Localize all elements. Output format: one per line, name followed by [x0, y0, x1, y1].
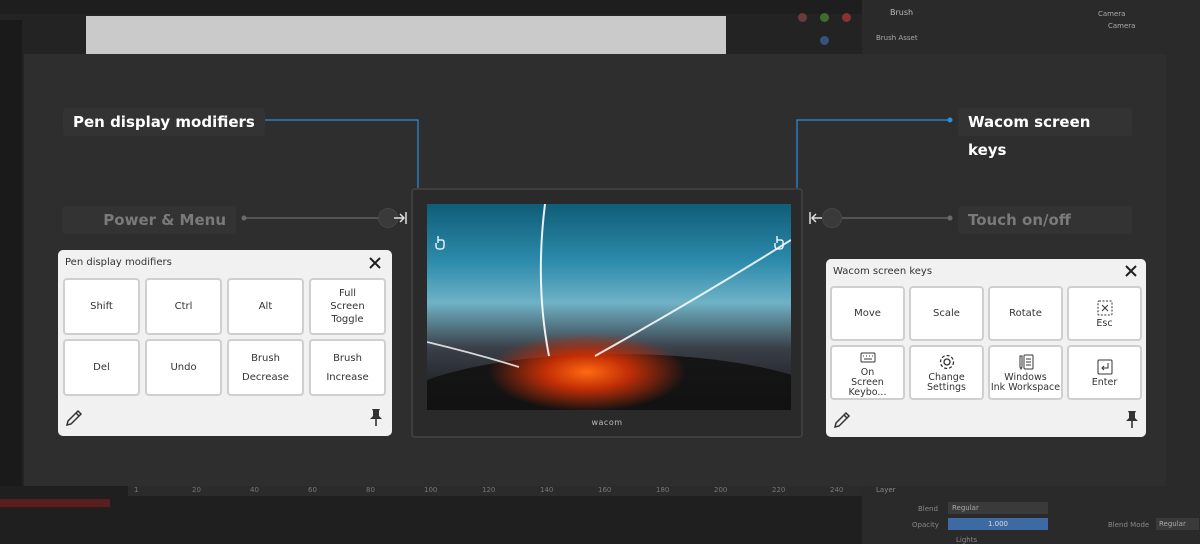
- panel-title: Wacom screen keys: [833, 266, 933, 277]
- key-label: Alt: [258, 301, 273, 312]
- screen-key[interactable]: On Screen Keybo...: [830, 345, 905, 400]
- key-label: Brush Increase: [326, 352, 369, 383]
- modifier-key[interactable]: Ctrl: [145, 278, 222, 335]
- device-screen: [427, 204, 791, 410]
- screen-key[interactable]: Move: [830, 286, 905, 341]
- modifier-key[interactable]: Undo: [145, 339, 222, 396]
- gizmo-dot: [820, 36, 829, 45]
- bg-outliner-camera: Camera: [1108, 22, 1136, 30]
- key-label: On Screen Keybo...: [848, 366, 887, 398]
- key-label: Move: [854, 308, 881, 319]
- gizmo-dot: [798, 13, 807, 22]
- callout-touch-on-off[interactable]: Touch on/off: [958, 206, 1132, 234]
- key-label: Windows Ink Workspace: [990, 371, 1061, 393]
- callout-pen-display-modifiers[interactable]: Pen display modifiers: [63, 108, 265, 136]
- modifier-key[interactable]: Alt: [227, 278, 304, 335]
- bg-timeline-track: [0, 499, 110, 507]
- key-label: Enter: [1091, 376, 1118, 388]
- key-label: Undo: [170, 362, 197, 373]
- screen-light-streaks: [427, 204, 791, 368]
- bg-blend-mode-label: Blend Mode: [1108, 521, 1150, 529]
- screen-key[interactable]: Rotate: [988, 286, 1063, 341]
- screen-key[interactable]: Scale: [909, 286, 984, 341]
- ink-workspace-icon: [1019, 354, 1033, 370]
- timeline-tick: 1: [134, 486, 139, 494]
- timeline-tick: 100: [424, 486, 438, 494]
- touch-hand-icon: [774, 236, 784, 250]
- modifier-key[interactable]: Full Screen Toggle: [309, 278, 386, 335]
- screen-key[interactable]: Change Settings: [909, 345, 984, 400]
- key-label: Shift: [90, 301, 113, 312]
- gizmo-dot: [820, 13, 829, 22]
- device-brand-logo: wacom: [591, 418, 623, 427]
- screen-key[interactable]: Enter: [1067, 345, 1142, 400]
- panel-title: Pen display modifiers: [65, 257, 172, 268]
- bg-blend-mode-value: Regular: [1156, 518, 1199, 530]
- pin-icon[interactable]: [1122, 409, 1142, 429]
- timeline-tick: 40: [250, 486, 259, 494]
- expand-right-icon: [394, 212, 407, 224]
- timeline-tick: 120: [482, 486, 496, 494]
- key-label: Rotate: [1009, 308, 1042, 319]
- key-label: Full Screen Toggle: [330, 288, 365, 325]
- timeline-tick: 140: [540, 486, 554, 494]
- callout-power-menu[interactable]: Power & Menu: [62, 206, 236, 234]
- modifier-key[interactable]: Del: [63, 339, 140, 396]
- bg-left-toolbar: [0, 20, 22, 486]
- key-label: Ctrl: [174, 301, 193, 312]
- key-label: Esc: [1096, 317, 1113, 329]
- bg-brush-asset-label: Brush Asset: [876, 34, 918, 42]
- bg-opacity-value: 1.000: [948, 518, 1048, 530]
- timeline-tick: 20: [192, 486, 201, 494]
- bg-timeline-ruler: 1 20 40 60 80 100 120 140 160 180 200 220 240: [128, 486, 862, 496]
- timeline-tick: 160: [598, 486, 612, 494]
- bg-layer-label: Layer: [876, 486, 896, 494]
- pen-display-device: wacom: [411, 188, 803, 438]
- pencil-icon[interactable]: [832, 410, 852, 430]
- bg-outliner-camera-group: Camera: [1098, 10, 1126, 18]
- timeline-tick: 240: [830, 486, 844, 494]
- pen-modifiers-panel: Pen display modifiers Shift Ctrl Alt Full S…: [58, 250, 392, 436]
- bg-blend-label: Blend: [918, 505, 938, 513]
- modifier-key[interactable]: Shift: [63, 278, 140, 335]
- gizmo-dot: [842, 13, 851, 22]
- touch-hand-icon: [435, 236, 445, 250]
- bg-timeline: 1 20 40 60 80 100 120 140 160 180 200 220 240: [0, 486, 862, 544]
- bg-lights-label: Lights: [956, 536, 978, 544]
- expand-left-icon: [809, 212, 822, 224]
- close-icon[interactable]: [1124, 264, 1138, 278]
- timeline-tick: 60: [308, 486, 317, 494]
- modifier-key[interactable]: Brush Decrease: [227, 339, 304, 396]
- modifier-key[interactable]: Brush Increase: [309, 339, 386, 396]
- timeline-tick: 200: [714, 486, 728, 494]
- key-label: Del: [93, 362, 110, 373]
- key-label: Change Settings: [927, 371, 966, 393]
- enter-icon: [1097, 359, 1112, 374]
- screen-key[interactable]: Esc: [1067, 286, 1142, 341]
- key-label: Brush Decrease: [242, 352, 289, 383]
- screen-keys-panel: Wacom screen keys Move Scale Rotate Esc On S…: [826, 259, 1146, 437]
- pin-icon[interactable]: [366, 407, 386, 427]
- callout-wacom-screen-keys[interactable]: Wacom screen keys: [958, 108, 1132, 159]
- timeline-tick: 180: [656, 486, 670, 494]
- key-label: Scale: [933, 308, 960, 319]
- keyboard-icon: [860, 352, 875, 362]
- bg-brush-label: Brush: [890, 8, 914, 17]
- gear-icon: [939, 354, 954, 369]
- pencil-icon[interactable]: [64, 408, 84, 428]
- bg-opacity-label: Opacity: [912, 521, 939, 529]
- touch-toggle-button[interactable]: [822, 208, 842, 228]
- bg-canvas-sheet: [86, 16, 726, 54]
- timeline-tick: 80: [366, 486, 375, 494]
- esc-icon: [1097, 300, 1112, 315]
- close-icon[interactable]: [368, 256, 382, 270]
- screen-key[interactable]: Windows Ink Workspace: [988, 345, 1063, 400]
- timeline-tick: 220: [772, 486, 786, 494]
- bg-blend-value: Regular: [948, 502, 1048, 514]
